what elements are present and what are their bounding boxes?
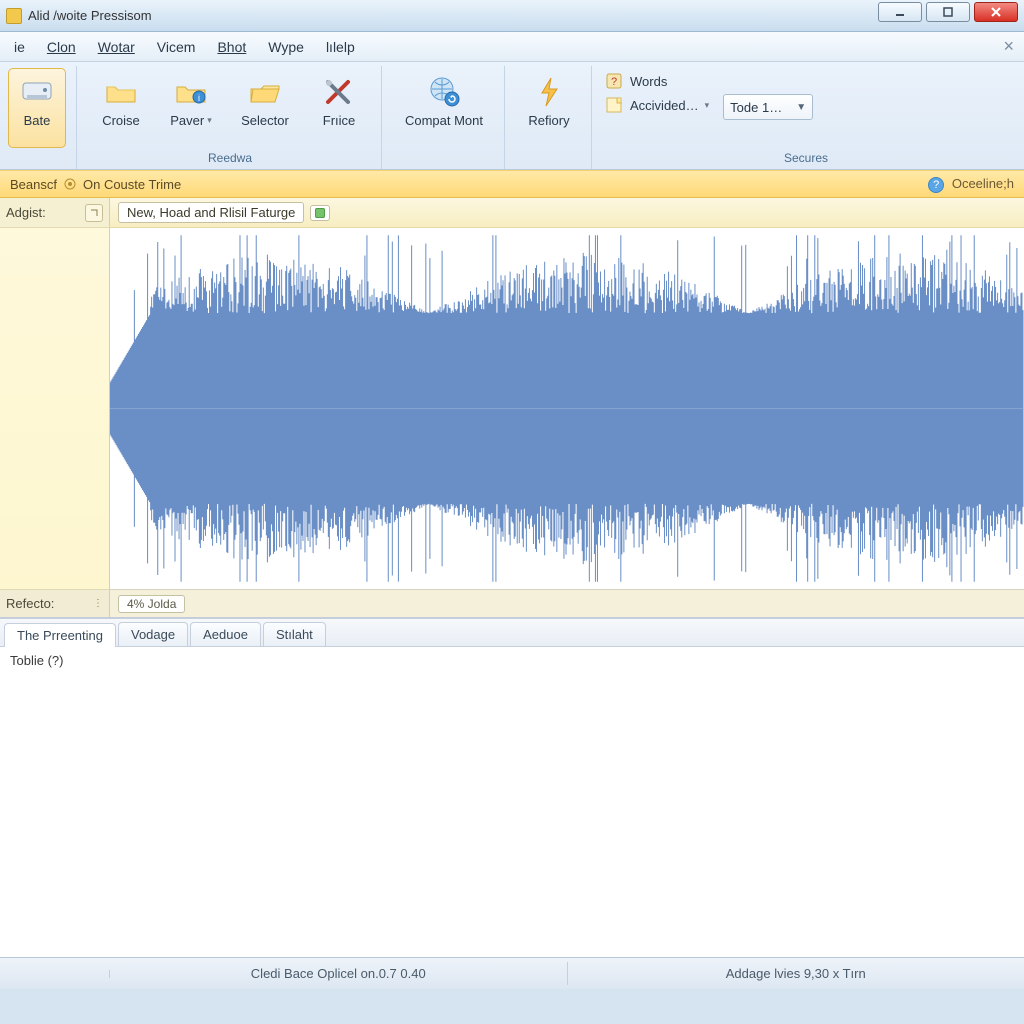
track-header: New, Hoad and Rlisil Faturge	[110, 198, 1024, 228]
refiory-button[interactable]: Refiory	[517, 68, 581, 148]
side-top-label: Adgist:	[6, 205, 46, 220]
accivided-row[interactable]: Accivided… ▾	[604, 95, 709, 115]
track-footer: 4% Jolda	[110, 589, 1024, 617]
accivided-label: Accivided…	[630, 98, 699, 113]
infobar-text: On Couste Trime	[83, 177, 181, 192]
tab-stilaht[interactable]: Stılaht	[263, 622, 326, 646]
infobar-right-text: Oceeline;h	[952, 176, 1014, 191]
lower-section: The Prreenting Vodage Aeduoe Stılaht Tob…	[0, 618, 1024, 957]
side-foot-marker: ⋮	[93, 598, 103, 609]
menu-item[interactable]: Wotar	[88, 35, 145, 59]
menu-item[interactable]: Vicem	[147, 35, 206, 59]
svg-text:i: i	[198, 93, 200, 103]
side-panel: Adgist: Refecto: ⋮	[0, 198, 110, 617]
chevron-down-icon: ▼	[796, 102, 806, 113]
note-icon	[604, 95, 624, 115]
words-label: Words	[630, 74, 667, 89]
info-bar: Beanscf On Couste Trime ? Oceeline;h	[0, 170, 1024, 198]
track-name: New, Hoad and Rlisil Faturge	[127, 205, 295, 220]
globe-refresh-icon	[426, 74, 462, 110]
tools-cross-icon	[321, 74, 357, 110]
close-button[interactable]	[974, 2, 1018, 22]
compat-button[interactable]: Compat Mont	[394, 68, 494, 148]
book-help-icon: ?	[604, 71, 624, 91]
tab-vodage[interactable]: Vodage	[118, 622, 188, 646]
waveform-canvas[interactable]	[110, 228, 1024, 589]
status-cell-left	[0, 970, 110, 978]
editor-area: Adgist: Refecto: ⋮ New, Hoad and Rlisil …	[0, 198, 1024, 618]
chevron-down-icon: ▾	[207, 116, 212, 126]
folder-info-icon: i	[173, 74, 209, 110]
tode-combo[interactable]: Tode 1… ▼	[723, 94, 813, 120]
folder-icon	[103, 74, 139, 110]
window-titlebar: Alid /woite Pressisom	[0, 0, 1024, 32]
ribbon-group-label: Reedwa	[89, 149, 371, 169]
close-document-button[interactable]: ×	[1003, 36, 1014, 57]
drive-icon	[19, 74, 55, 110]
words-row[interactable]: ? Words	[604, 71, 709, 91]
lower-line: Toblie (?)	[10, 653, 1014, 668]
croise-button[interactable]: Croise	[89, 68, 153, 148]
menu-item[interactable]: Clon	[37, 35, 86, 59]
frice-button[interactable]: Frıice	[307, 68, 371, 148]
menu-item[interactable]: ie	[4, 35, 35, 59]
paver-button[interactable]: i Paver▾	[159, 68, 223, 148]
ribbon-group-label: Secures	[604, 149, 1008, 169]
status-cell-mid: Cledi Bace Oplicel on.0.7 0.40	[110, 962, 568, 985]
waveform-panel: New, Hoad and Rlisil Faturge 4% Jolda	[110, 198, 1024, 617]
led-icon	[315, 208, 325, 218]
track-name-box[interactable]: New, Hoad and Rlisil Faturge	[118, 202, 304, 223]
bate-button[interactable]: Bate	[8, 68, 66, 148]
infobar-text: Beanscf	[10, 177, 57, 192]
lightning-icon	[531, 74, 567, 110]
status-bar: Cledi Bace Oplicel on.0.7 0.40 Addage lv…	[0, 957, 1024, 989]
track-footer-value: 4% Jolda	[118, 595, 185, 613]
tode-combo-label: Tode 1…	[730, 100, 782, 115]
tab-preenting[interactable]: The Prreenting	[4, 623, 116, 647]
menu-item[interactable]: lılelp	[316, 35, 365, 59]
minimize-button[interactable]	[878, 2, 922, 22]
menubar: ie Clon Wotar Vicem Bhot Wype lılelp ×	[0, 32, 1024, 62]
status-cell-right: Addage lvies 9,30 x Tırn	[568, 962, 1024, 985]
track-led-box[interactable]	[310, 205, 330, 221]
side-panel-body	[0, 228, 109, 589]
menu-item[interactable]: Bhot	[207, 35, 256, 59]
side-expand-button[interactable]	[85, 204, 103, 222]
menu-item[interactable]: Wype	[258, 35, 314, 59]
gear-icon	[63, 177, 77, 191]
window-title: Alid /woite Pressisom	[28, 8, 152, 23]
folder-open-icon	[247, 74, 283, 110]
chevron-down-icon: ▾	[705, 100, 710, 111]
svg-text:?: ?	[611, 76, 617, 88]
app-icon	[6, 8, 22, 24]
tab-aeduoe[interactable]: Aeduoe	[190, 622, 261, 646]
selector-button[interactable]: Selector	[229, 68, 301, 148]
ribbon-toolbar: Bate . Croise i Paver▾ S	[0, 62, 1024, 170]
help-icon: ?	[928, 177, 944, 193]
maximize-button[interactable]	[926, 2, 970, 22]
lower-tabs: The Prreenting Vodage Aeduoe Stılaht	[0, 619, 1024, 647]
lower-body: Toblie (?)	[0, 647, 1024, 957]
side-foot-label: Refecto:	[6, 596, 54, 611]
